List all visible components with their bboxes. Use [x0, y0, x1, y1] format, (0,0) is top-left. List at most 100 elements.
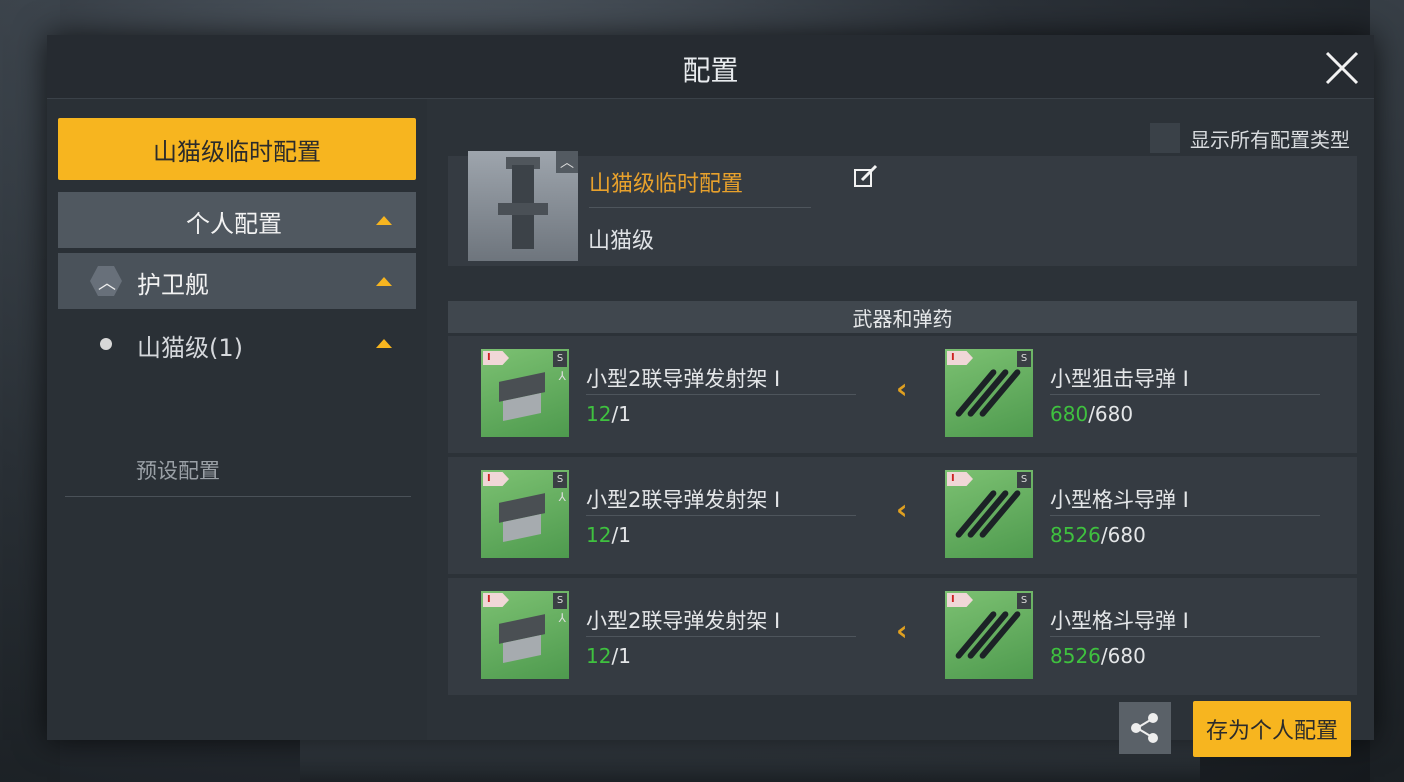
missile-art: [954, 609, 1022, 665]
tier-badge: I: [947, 351, 973, 365]
show-all-label: 显示所有配置类型: [1190, 127, 1350, 152]
launcher-art: [495, 493, 551, 543]
tier-badge: I: [947, 593, 973, 607]
launcher-art: [495, 614, 551, 664]
quantity-total: /680: [1100, 523, 1146, 547]
quantity-current: 8526: [1050, 523, 1101, 547]
category-label: 护卫舰: [137, 271, 209, 299]
missile-ammo-icon[interactable]: I S: [945, 470, 1033, 558]
ammo-name: 小型狙击导弹 I: [1050, 367, 1189, 391]
divider: [1050, 515, 1320, 516]
personal-fittings-header[interactable]: 个人配置: [58, 192, 416, 248]
hardpoint-icon: ⅄: [558, 490, 566, 504]
main-panel: 显示所有配置类型 ︿ 山猫级临时配置 山猫级 武器和弹药 I S ⅄ 小型2联导…: [448, 99, 1374, 757]
chevron-up-icon: ︿: [560, 155, 574, 171]
missile-art: [954, 367, 1022, 423]
missile-launcher-icon[interactable]: I S ⅄: [481, 349, 569, 437]
section-header: 武器和弹药: [448, 301, 1357, 333]
load-ammo-arrow-icon[interactable]: ‹: [896, 493, 908, 526]
divider: [1050, 394, 1320, 395]
quantity-current: 680: [1050, 402, 1089, 426]
ammo-name: 小型格斗导弹 I: [1050, 488, 1189, 512]
fitting-dialog: 配置 山猫级临时配置 个人配置 ︿ 护卫舰 山猫级(1) 预设配置 显示所有配置…: [47, 35, 1374, 757]
divider: [586, 515, 856, 516]
weapon-row: I S ⅄ 小型2联导弹发射架 I 12/1 ‹ I S 小型格斗导弹 I 85…: [448, 578, 1357, 695]
ammo-quantity: 8526/680: [1050, 644, 1146, 668]
share-icon: [1131, 713, 1158, 743]
dialog-title: 配置: [682, 54, 739, 87]
share-button[interactable]: [1119, 702, 1171, 754]
edit-icon: [854, 164, 878, 187]
size-badge: S: [1017, 593, 1031, 609]
quantity-current: 12: [586, 402, 612, 426]
background-strut: [300, 740, 1200, 782]
show-all-checkbox[interactable]: [1150, 123, 1180, 153]
tier-badge: I: [483, 472, 509, 486]
size-badge: S: [553, 351, 567, 367]
quantity-total: /680: [1088, 402, 1134, 426]
module-quantity: 12/1: [586, 644, 631, 668]
fitting-ship-class: 山猫级: [588, 229, 655, 254]
background-strut: [1370, 0, 1404, 782]
load-ammo-arrow-icon[interactable]: ‹: [896, 614, 908, 647]
missile-launcher-icon[interactable]: I S ⅄: [481, 591, 569, 679]
weapon-row: I S ⅄ 小型2联导弹发射架 I 12/1 ‹ I S 小型格斗导弹 I 85…: [448, 457, 1357, 574]
size-badge: S: [1017, 472, 1031, 488]
title-bar: 配置: [47, 35, 1374, 99]
ammo-name: 小型格斗导弹 I: [1050, 609, 1189, 633]
quantity-total: /1: [611, 644, 631, 668]
ship-class-item[interactable]: 山猫级(1): [58, 319, 416, 369]
preset-fittings-link[interactable]: 预设配置: [136, 455, 220, 485]
personal-fittings-label: 个人配置: [186, 210, 282, 238]
hardpoint-icon: ⅄: [558, 611, 566, 625]
chevron-up-hex-icon: ︿: [90, 265, 122, 297]
divider: [586, 394, 856, 395]
fitting-card: ︿ 山猫级临时配置 山猫级: [448, 151, 1357, 266]
hardpoint-icon: ⅄: [558, 369, 566, 383]
launcher-art: [495, 372, 551, 422]
module-quantity: 12/1: [586, 402, 631, 426]
divider: [586, 636, 856, 637]
tier-badge: I: [483, 593, 509, 607]
temporary-fitting-button[interactable]: 山猫级临时配置: [58, 118, 416, 180]
missile-art: [954, 488, 1022, 544]
missile-launcher-icon[interactable]: I S ⅄: [481, 470, 569, 558]
missile-ammo-icon[interactable]: I S: [945, 591, 1033, 679]
bullet-icon: [100, 338, 112, 350]
module-name: 小型2联导弹发射架 I: [586, 367, 781, 391]
quantity-current: 8526: [1050, 644, 1101, 668]
show-all-filter: 显示所有配置类型: [1150, 123, 1350, 153]
ammo-quantity: 8526/680: [1050, 523, 1146, 547]
quantity-total: /1: [611, 523, 631, 547]
weapon-row: I S ⅄ 小型2联导弹发射架 I 12/1 ‹ I S 小型狙击导弹 I 68…: [448, 336, 1357, 453]
collapse-toggle[interactable]: ︿: [556, 151, 578, 173]
rename-button[interactable]: [852, 163, 880, 191]
load-ammo-arrow-icon[interactable]: ‹: [896, 372, 908, 405]
module-name: 小型2联导弹发射架 I: [586, 488, 781, 512]
sidebar: 山猫级临时配置 个人配置 ︿ 护卫舰 山猫级(1) 预设配置: [47, 99, 427, 740]
tier-badge: I: [947, 472, 973, 486]
ship-class-label: 山猫级(1): [137, 334, 243, 362]
size-badge: S: [553, 472, 567, 488]
collapse-arrow-icon: [376, 339, 392, 348]
module-name: 小型2联导弹发射架 I: [586, 609, 781, 633]
category-frigate[interactable]: ︿ 护卫舰: [58, 253, 416, 309]
size-badge: S: [1017, 351, 1031, 367]
module-quantity: 12/1: [586, 523, 631, 547]
collapse-arrow-icon: [376, 277, 392, 286]
save-personal-fitting-button[interactable]: 存为个人配置: [1193, 701, 1351, 757]
collapse-arrow-icon: [376, 216, 392, 225]
close-button[interactable]: [1324, 50, 1360, 86]
quantity-total: /680: [1100, 644, 1146, 668]
divider: [589, 207, 811, 208]
missile-ammo-icon[interactable]: I S: [945, 349, 1033, 437]
ammo-quantity: 680/680: [1050, 402, 1133, 426]
divider: [1050, 636, 1320, 637]
quantity-current: 12: [586, 644, 612, 668]
fitting-name: 山猫级临时配置: [589, 172, 744, 197]
divider: [65, 496, 411, 497]
quantity-total: /1: [611, 402, 631, 426]
quantity-current: 12: [586, 523, 612, 547]
ship-part: [498, 203, 548, 215]
tier-badge: I: [483, 351, 509, 365]
